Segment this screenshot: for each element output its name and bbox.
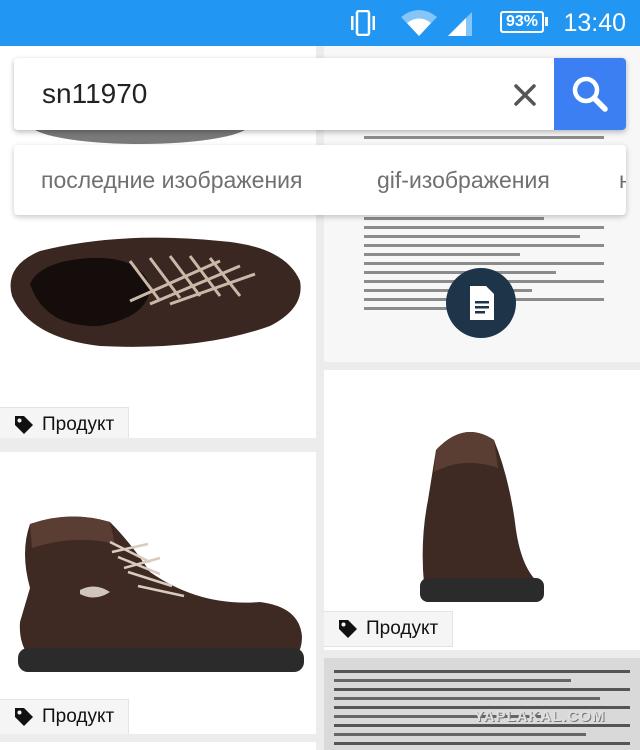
document-icon	[446, 268, 516, 338]
badge-label: Продукт	[42, 414, 115, 435]
signal-icon	[446, 10, 474, 41]
close-icon[interactable]	[507, 77, 543, 113]
result-image	[18, 516, 304, 672]
search-icon	[572, 76, 608, 112]
watermark: YAPLAKAL.COM	[474, 708, 606, 725]
badge-label: Продукт	[366, 618, 439, 639]
badge-label: Продукт	[42, 706, 115, 727]
product-badge: Продукт	[0, 700, 129, 734]
chip-recent-images[interactable]: последние изображения	[41, 167, 302, 194]
tag-icon	[15, 708, 33, 726]
status-bar: 93% 13:40	[0, 0, 640, 46]
search-bar: sn11970	[14, 58, 626, 130]
search-button[interactable]	[554, 58, 626, 130]
result-image	[420, 432, 544, 602]
suggestion-chips: последние изображения gif-изображения н	[14, 145, 626, 215]
result-tile[interactable]	[324, 658, 640, 750]
tag-icon	[15, 416, 33, 434]
search-input[interactable]: sn11970	[42, 78, 147, 110]
vibrate-icon	[348, 9, 378, 41]
chip-next[interactable]: н	[619, 167, 626, 194]
result-tile[interactable]	[0, 742, 316, 750]
battery-icon: 93%	[500, 11, 544, 33]
chip-gif-images[interactable]: gif-изображения	[377, 167, 550, 194]
result-tile[interactable]: Продукт	[324, 370, 640, 650]
product-badge: Продукт	[0, 408, 129, 438]
clock: 13:40	[563, 9, 626, 37]
result-tile[interactable]: Продукт	[0, 452, 316, 734]
wifi-icon	[400, 9, 438, 42]
product-badge: Продукт	[324, 612, 453, 646]
battery-nub	[545, 17, 548, 26]
document-preview	[334, 664, 630, 750]
tag-icon	[339, 620, 357, 638]
battery-level: 93%	[505, 13, 539, 30]
